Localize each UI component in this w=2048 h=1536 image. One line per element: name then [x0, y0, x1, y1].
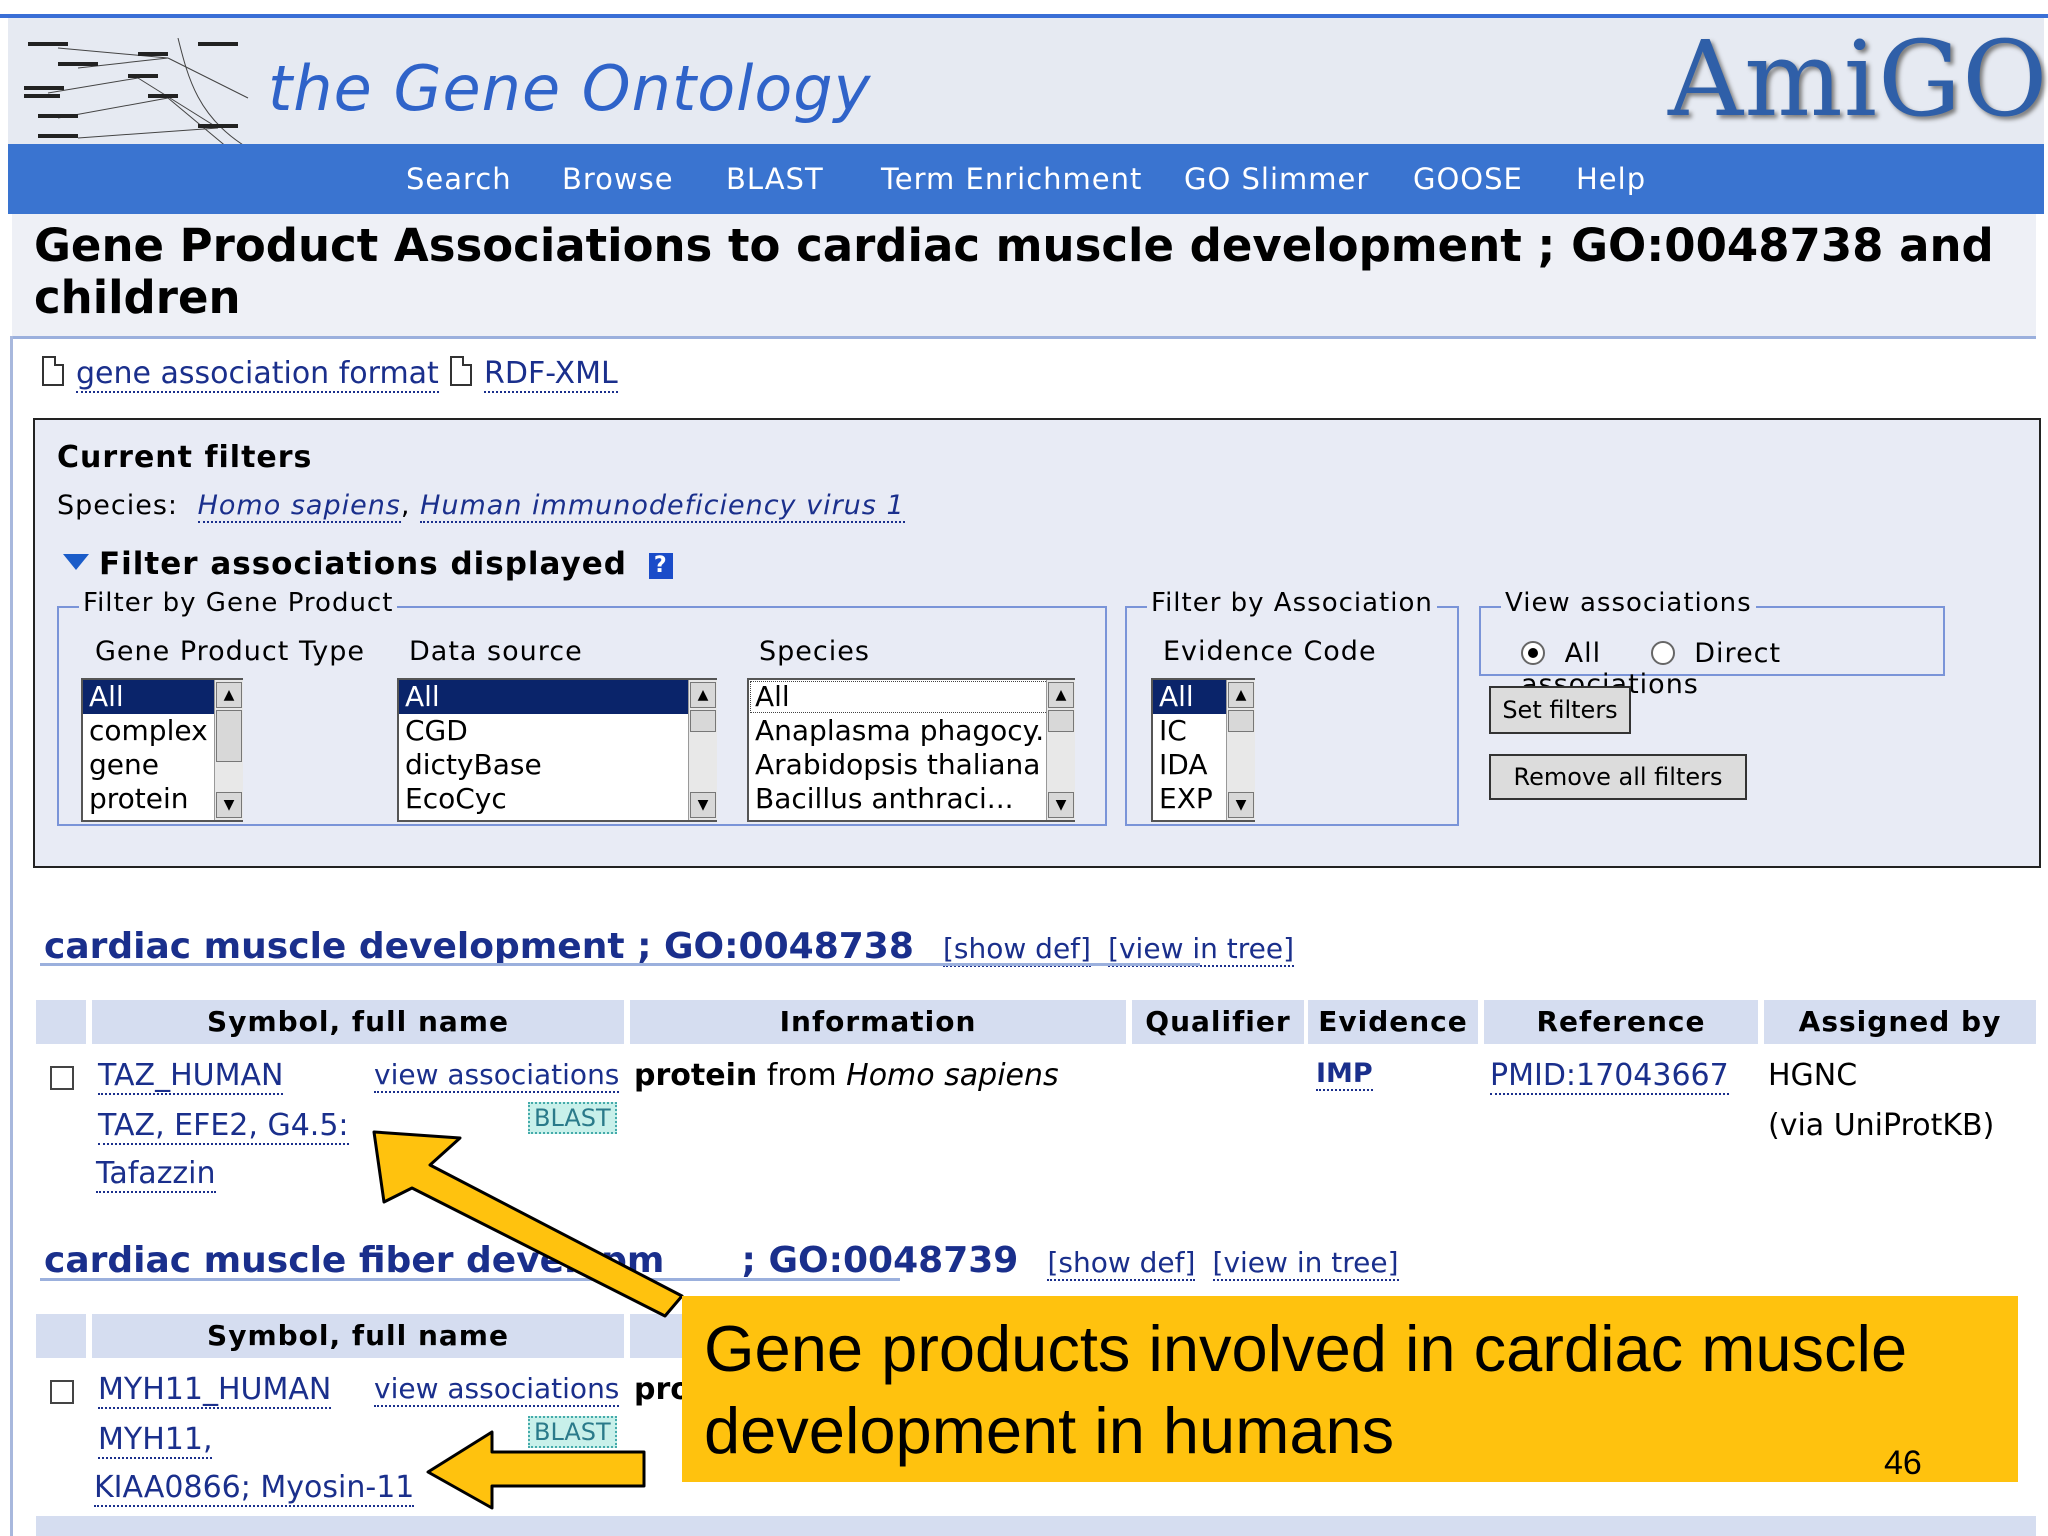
callout-box: Gene products involved in cardiac muscle…	[682, 1296, 2018, 1482]
callout-line-1: Gene products involved in cardiac muscle	[704, 1312, 1908, 1385]
arrow-up-left-icon	[372, 1130, 684, 1318]
slide-number: 46	[1884, 1444, 1922, 1482]
callout-text: Gene products involved in cardiac muscle…	[704, 1308, 1907, 1472]
callout-line-2: development in humans	[704, 1394, 1395, 1467]
arrow-left-icon	[426, 1430, 646, 1510]
